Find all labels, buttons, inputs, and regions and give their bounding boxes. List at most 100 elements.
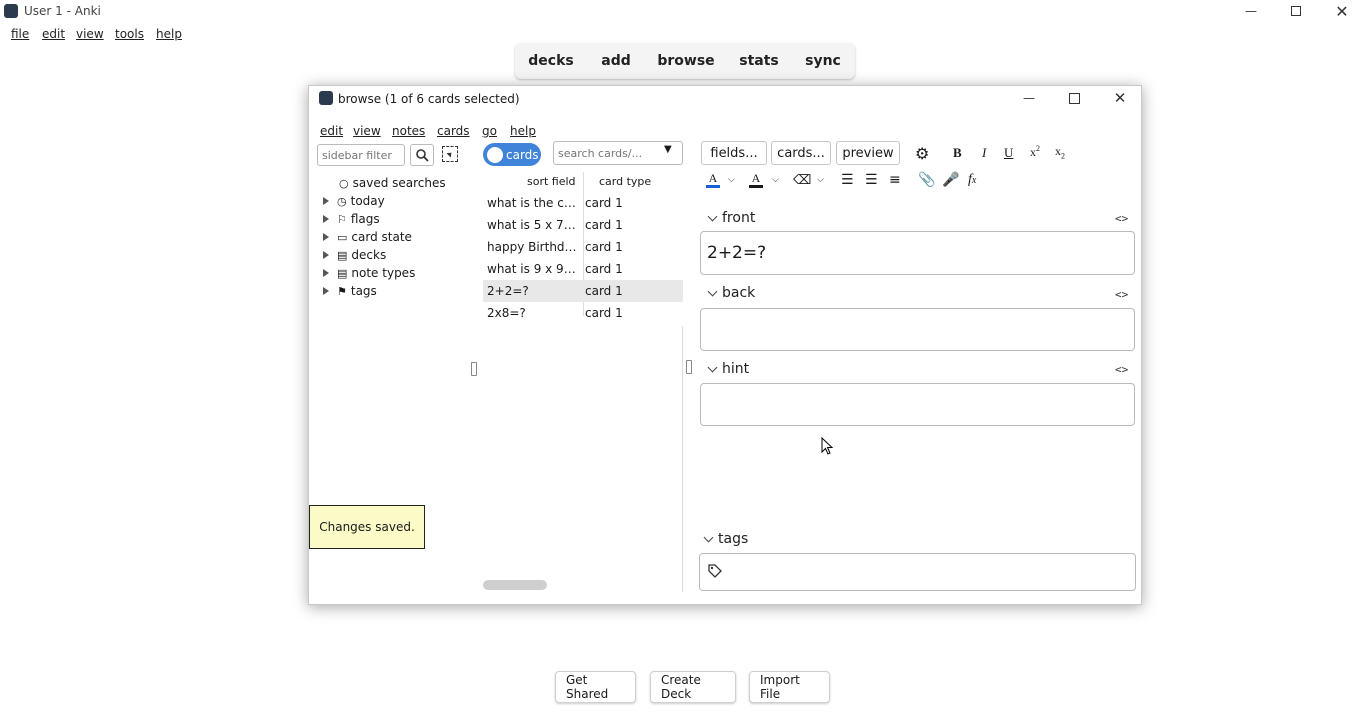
sidebar-item-flags[interactable]: ⚐ flags — [323, 212, 380, 226]
window-title: User 1 - Anki — [24, 4, 101, 18]
sidebar-filter-input[interactable] — [317, 144, 405, 166]
maximize-icon[interactable] — [1054, 87, 1094, 109]
menu-view[interactable]: view — [76, 27, 104, 41]
sidebar-item-card-state[interactable]: ▭ card state — [323, 230, 412, 244]
minimize-icon[interactable]: — — [1231, 0, 1271, 22]
field-label-tags[interactable]: tags — [703, 531, 748, 547]
chevron-down-icon[interactable]: ▼ — [664, 144, 672, 155]
preview-button[interactable]: preview — [836, 141, 900, 165]
table-row[interactable]: what is 5 x 75 ... card 1 — [483, 214, 683, 236]
browse-menu-go[interactable]: go — [482, 124, 497, 138]
italic-icon[interactable]: I — [982, 145, 986, 161]
import-file-button[interactable]: Import File — [749, 671, 830, 703]
superscript-icon[interactable]: x2 — [1030, 144, 1040, 160]
tags-input[interactable] — [699, 553, 1136, 591]
sidebar-item-saved-searches[interactable]: ○ saved searches — [339, 176, 446, 190]
paperclip-icon[interactable]: 📎 — [918, 172, 935, 188]
text-color-icon[interactable]: A — [705, 172, 721, 190]
field-label-front[interactable]: front — [707, 210, 755, 226]
browse-title: browse (1 of 6 cards selected) — [338, 92, 520, 106]
align-icon[interactable]: ≡ — [889, 172, 901, 188]
table-row[interactable]: happy Birthda... card 1 — [483, 236, 683, 258]
menu-edit[interactable]: edit — [42, 27, 65, 41]
decks-button[interactable]: decks — [524, 46, 578, 76]
close-icon[interactable]: ✕ — [1322, 0, 1362, 22]
add-button[interactable]: add — [594, 46, 638, 76]
browse-window: browse (1 of 6 cards selected) — ✕ edit … — [308, 85, 1142, 605]
table-row-selected[interactable]: 2+2=? card 1 — [483, 280, 683, 302]
sidebar-item-note-types[interactable]: ▤ note types — [323, 266, 415, 280]
select-mode-icon[interactable] — [442, 146, 458, 162]
expand-arrow-icon[interactable] — [323, 233, 329, 241]
underline-icon[interactable]: U — [1004, 145, 1013, 161]
browse-menu-notes[interactable]: notes — [392, 124, 425, 138]
chevron-down-icon — [707, 286, 718, 296]
browse-button[interactable]: browse — [654, 46, 718, 76]
cards-button[interactable]: cards... — [771, 141, 831, 165]
cards-notes-toggle[interactable]: cards — [483, 143, 541, 166]
get-shared-button[interactable]: Get Shared — [555, 671, 636, 703]
status-message: Changes saved. — [309, 505, 425, 549]
expand-arrow-icon[interactable] — [323, 215, 329, 223]
sidebar-item-today[interactable]: ◷ today — [323, 194, 385, 208]
highlight-color-icon[interactable]: A — [748, 172, 764, 190]
browse-menu-view[interactable]: view — [353, 124, 381, 138]
close-icon[interactable]: ✕ — [1100, 87, 1140, 109]
sidebar-item-decks[interactable]: ▤ decks — [323, 248, 386, 262]
tag-icon — [708, 563, 722, 581]
options-gear-icon[interactable]: ⚙ — [915, 144, 929, 163]
front-field-input[interactable]: 2+2=? — [700, 231, 1135, 275]
field-label-hint[interactable]: hint — [707, 361, 749, 377]
browse-menu-help[interactable]: help — [510, 124, 536, 138]
column-header-card-type[interactable]: card type — [599, 175, 651, 188]
search-icon[interactable] — [410, 144, 434, 166]
stats-button[interactable]: stats — [734, 46, 784, 76]
subscript-icon[interactable]: x2 — [1055, 144, 1065, 160]
menu-tools[interactable]: tools — [115, 27, 144, 41]
ordered-list-icon[interactable]: ☰ — [865, 172, 878, 188]
html-toggle-icon[interactable]: <> — [1115, 212, 1128, 225]
column-header-sort-field[interactable]: sort field — [527, 175, 576, 188]
create-deck-button[interactable]: Create Deck — [650, 671, 736, 703]
hint-field-input[interactable] — [700, 383, 1135, 426]
expand-arrow-icon[interactable] — [323, 251, 329, 259]
menu-file[interactable]: file — [11, 27, 29, 41]
unordered-list-icon[interactable]: ☰ — [841, 172, 854, 188]
browse-menu-cards[interactable]: cards — [437, 124, 470, 138]
sidebar-item-tags[interactable]: ⚑ tags — [323, 284, 377, 298]
table-row[interactable]: what is 9 x 90 ... card 1 — [483, 258, 683, 280]
deck-icon: ▤ — [337, 248, 348, 262]
sidebar-splitter-handle[interactable] — [471, 362, 477, 376]
editor-splitter-handle[interactable] — [686, 360, 692, 374]
anki-logo-icon — [4, 4, 18, 18]
eraser-icon[interactable]: ⌫ — [793, 173, 811, 188]
flag-icon: ⚐ — [337, 212, 347, 226]
chevron-down-icon[interactable]: ⌵ — [728, 175, 735, 185]
table-row[interactable]: what is the ca... card 1 — [483, 192, 683, 214]
html-toggle-icon[interactable]: <> — [1115, 363, 1128, 376]
expand-arrow-icon[interactable] — [323, 269, 329, 277]
function-icon[interactable]: fx — [968, 172, 976, 188]
html-toggle-icon[interactable]: <> — [1115, 288, 1128, 301]
bold-icon[interactable]: B — [953, 145, 962, 161]
maximize-icon[interactable] — [1276, 0, 1316, 22]
microphone-icon[interactable]: 🎤 — [942, 172, 959, 188]
minimize-icon[interactable]: — — [1009, 87, 1049, 109]
mouse-cursor-icon — [821, 436, 834, 458]
chevron-down-icon — [703, 532, 714, 542]
back-field-input[interactable] — [700, 308, 1135, 351]
field-label-back[interactable]: back — [707, 285, 755, 301]
card-state-icon: ▭ — [337, 230, 348, 244]
chevron-down-icon[interactable]: ⌵ — [817, 175, 824, 185]
chevron-down-icon — [707, 211, 718, 221]
browse-menu-edit[interactable]: edit — [320, 124, 343, 138]
table-row[interactable]: 2x8=? card 1 — [483, 302, 683, 324]
note-types-icon: ▤ — [337, 266, 348, 280]
expand-arrow-icon[interactable] — [323, 287, 329, 295]
horizontal-scrollbar[interactable] — [483, 580, 547, 590]
fields-button[interactable]: fields... — [701, 141, 767, 165]
menu-help[interactable]: help — [156, 27, 182, 41]
chevron-down-icon[interactable]: ⌵ — [772, 175, 779, 185]
expand-arrow-icon[interactable] — [323, 197, 329, 205]
sync-button[interactable]: sync — [800, 46, 846, 76]
